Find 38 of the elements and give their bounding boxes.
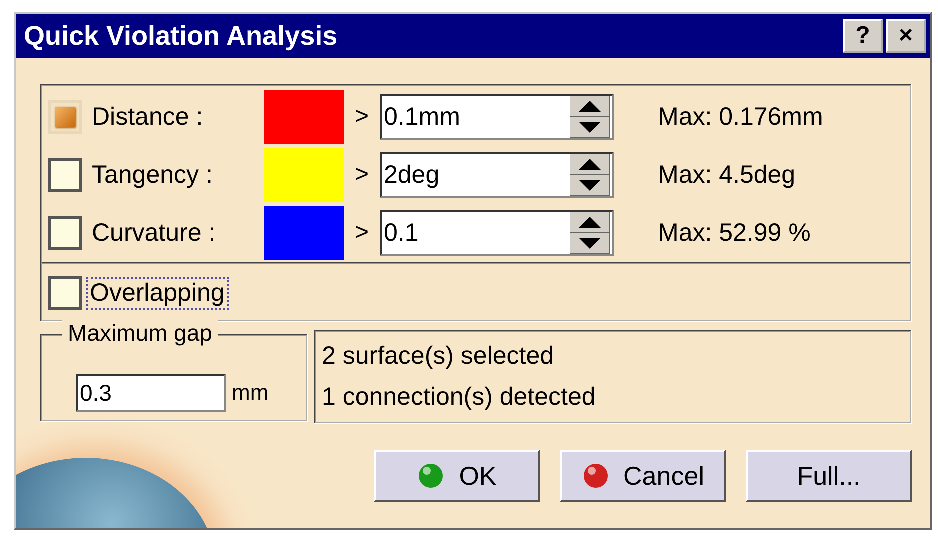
ok-button[interactable]: OK	[374, 450, 540, 502]
color-swatch[interactable]	[264, 148, 344, 202]
status-text: 1 connection(s) detected	[322, 383, 597, 412]
window-title: Quick Violation Analysis	[24, 20, 339, 52]
color-swatch[interactable]	[264, 206, 344, 260]
operator-label: >	[354, 161, 370, 189]
spinner-icon[interactable]	[570, 154, 610, 196]
threshold-field[interactable]: 0.1	[380, 210, 614, 256]
overlapping-label[interactable]: Overlapping	[86, 276, 229, 310]
threshold-input[interactable]: 0.1	[382, 218, 570, 248]
cancel-button[interactable]: Cancel	[560, 450, 726, 502]
dialog-button[interactable]: Full...	[746, 450, 912, 502]
group-title: Maximum gap	[62, 320, 218, 347]
unit-label: mm	[232, 380, 269, 406]
checkbox[interactable]	[48, 276, 82, 310]
gap-field[interactable]: 0.3	[76, 374, 226, 412]
status-text: 2 surface(s) selected	[322, 342, 556, 371]
checkbox[interactable]	[48, 158, 82, 192]
threshold-input[interactable]: 2deg	[382, 160, 570, 190]
close-button[interactable]: ×	[886, 19, 926, 53]
help-button[interactable]: ?	[843, 19, 883, 53]
threshold-field[interactable]: 0.1mm	[380, 94, 614, 140]
operator-label: >	[354, 103, 370, 131]
ball-icon	[417, 462, 446, 490]
criterion-label: Curvature :	[92, 218, 217, 248]
spinner-icon[interactable]	[570, 212, 610, 254]
threshold-field[interactable]: 2deg	[380, 152, 614, 198]
ball-icon	[582, 462, 610, 490]
criterion-label: Tangency :	[92, 160, 214, 190]
max-value-label: Max: 0.176mm	[658, 102, 824, 132]
checkbox[interactable]	[48, 216, 82, 250]
operator-label: >	[354, 219, 370, 247]
spinner-icon[interactable]	[570, 96, 610, 138]
threshold-input[interactable]: 0.1mm	[382, 102, 570, 132]
criterion-label: Distance :	[92, 102, 204, 132]
max-value-label: Max: 4.5deg	[658, 160, 796, 190]
color-swatch[interactable]	[264, 90, 344, 144]
max-value-label: Max: 52.99 %	[658, 218, 811, 248]
